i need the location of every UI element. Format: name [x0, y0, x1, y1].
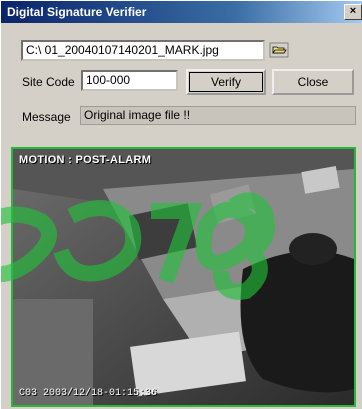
verify-button[interactable]: Verify: [186, 69, 266, 95]
verifier-window: Digital Signature Verifier × C:\ 01_2004…: [0, 0, 362, 409]
open-folder-icon[interactable]: [269, 42, 289, 58]
title-bar[interactable]: Digital Signature Verifier ×: [1, 1, 362, 23]
cctv-scene: [13, 149, 354, 405]
window-close-icon[interactable]: ×: [344, 4, 362, 20]
window-title: Digital Signature Verifier: [7, 5, 147, 19]
site-code-label: Site Code: [22, 75, 75, 89]
site-code-input[interactable]: 100-000: [81, 70, 178, 91]
file-path-field[interactable]: C:\ 01_20040107140201_MARK.jpg: [21, 40, 265, 61]
motion-overlay: MOTION : POST-ALARM: [19, 154, 152, 166]
close-button[interactable]: Close: [272, 69, 354, 95]
message-label: Message: [22, 110, 71, 124]
message-display: Original image file !!: [80, 106, 356, 125]
timestamp-overlay: C03 2003/12/18-01:15:36: [19, 388, 158, 399]
cctv-image-preview: MOTION : POST-ALARM C03 2003/12/18-01:15…: [11, 147, 356, 407]
